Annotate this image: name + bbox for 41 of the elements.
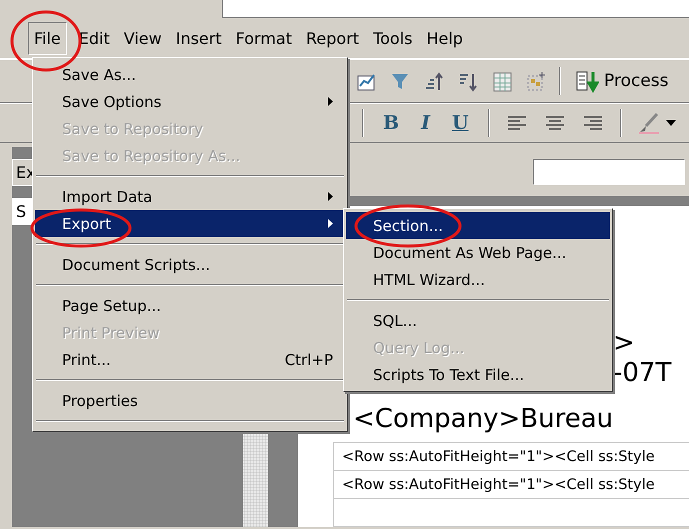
menu-bar-item[interactable]: Insert bbox=[170, 22, 228, 54]
menu-item[interactable]: Page Setup... bbox=[35, 292, 345, 319]
table-icon bbox=[491, 70, 513, 92]
process-button[interactable]: Process bbox=[573, 67, 670, 95]
heading-text: -07T bbox=[613, 358, 672, 388]
submenu-arrow-icon bbox=[328, 219, 333, 228]
menu-bar-item[interactable]: Help bbox=[420, 22, 469, 54]
toolbar-button[interactable] bbox=[638, 112, 676, 134]
menu-bar-item[interactable]: Report bbox=[300, 22, 366, 54]
menu-item[interactable]: Document Scripts... bbox=[35, 251, 345, 278]
menu-item[interactable]: Print... Ctrl+P bbox=[35, 346, 345, 373]
menu-item[interactable]: Export bbox=[35, 210, 345, 237]
menu-item[interactable]: Save Options bbox=[35, 88, 345, 115]
menu-item[interactable]: Section... bbox=[346, 212, 610, 239]
menu-bar-item[interactable]: File bbox=[28, 22, 67, 54]
menu-bar-item[interactable]: View bbox=[118, 22, 168, 54]
menu-bar-item[interactable]: Tools bbox=[367, 22, 418, 54]
format-button[interactable]: I bbox=[418, 112, 433, 134]
menu-item[interactable]: Document As Web Page... bbox=[346, 239, 610, 266]
menu-item[interactable]: Save As... bbox=[35, 61, 345, 88]
text-field[interactable] bbox=[222, 0, 689, 18]
table-cell: <Row ss:AutoFitHeight="1"><Cell ss:Style bbox=[333, 471, 689, 499]
format-button[interactable]: B bbox=[380, 112, 402, 134]
menu-item[interactable]: HTML Wizard... bbox=[346, 266, 610, 293]
document-arrow-icon bbox=[575, 69, 599, 93]
menu-item[interactable]: Scripts To Text File... bbox=[346, 361, 610, 388]
submenu-arrow-icon bbox=[328, 97, 333, 106]
menu-item[interactable]: SQL... bbox=[346, 307, 610, 334]
text-field[interactable] bbox=[533, 158, 685, 184]
format-button[interactable]: U bbox=[448, 112, 472, 134]
menu-bar-item[interactable]: Format bbox=[230, 22, 298, 54]
grid-icon bbox=[525, 70, 547, 92]
menu-item[interactable]: Properties bbox=[35, 387, 345, 414]
shortcut-text: Ctrl+P bbox=[284, 350, 333, 368]
submenu-arrow-icon bbox=[328, 192, 333, 201]
caret-icon bbox=[666, 120, 676, 126]
sort-ascending-icon bbox=[423, 70, 445, 92]
heading-text: > bbox=[613, 328, 635, 358]
brush-icon bbox=[638, 112, 660, 134]
heading-text: <Company>Bureau bbox=[352, 404, 614, 434]
table-cell: <Row ss:AutoFitHeight="1"><Cell ss:Style bbox=[333, 443, 689, 471]
